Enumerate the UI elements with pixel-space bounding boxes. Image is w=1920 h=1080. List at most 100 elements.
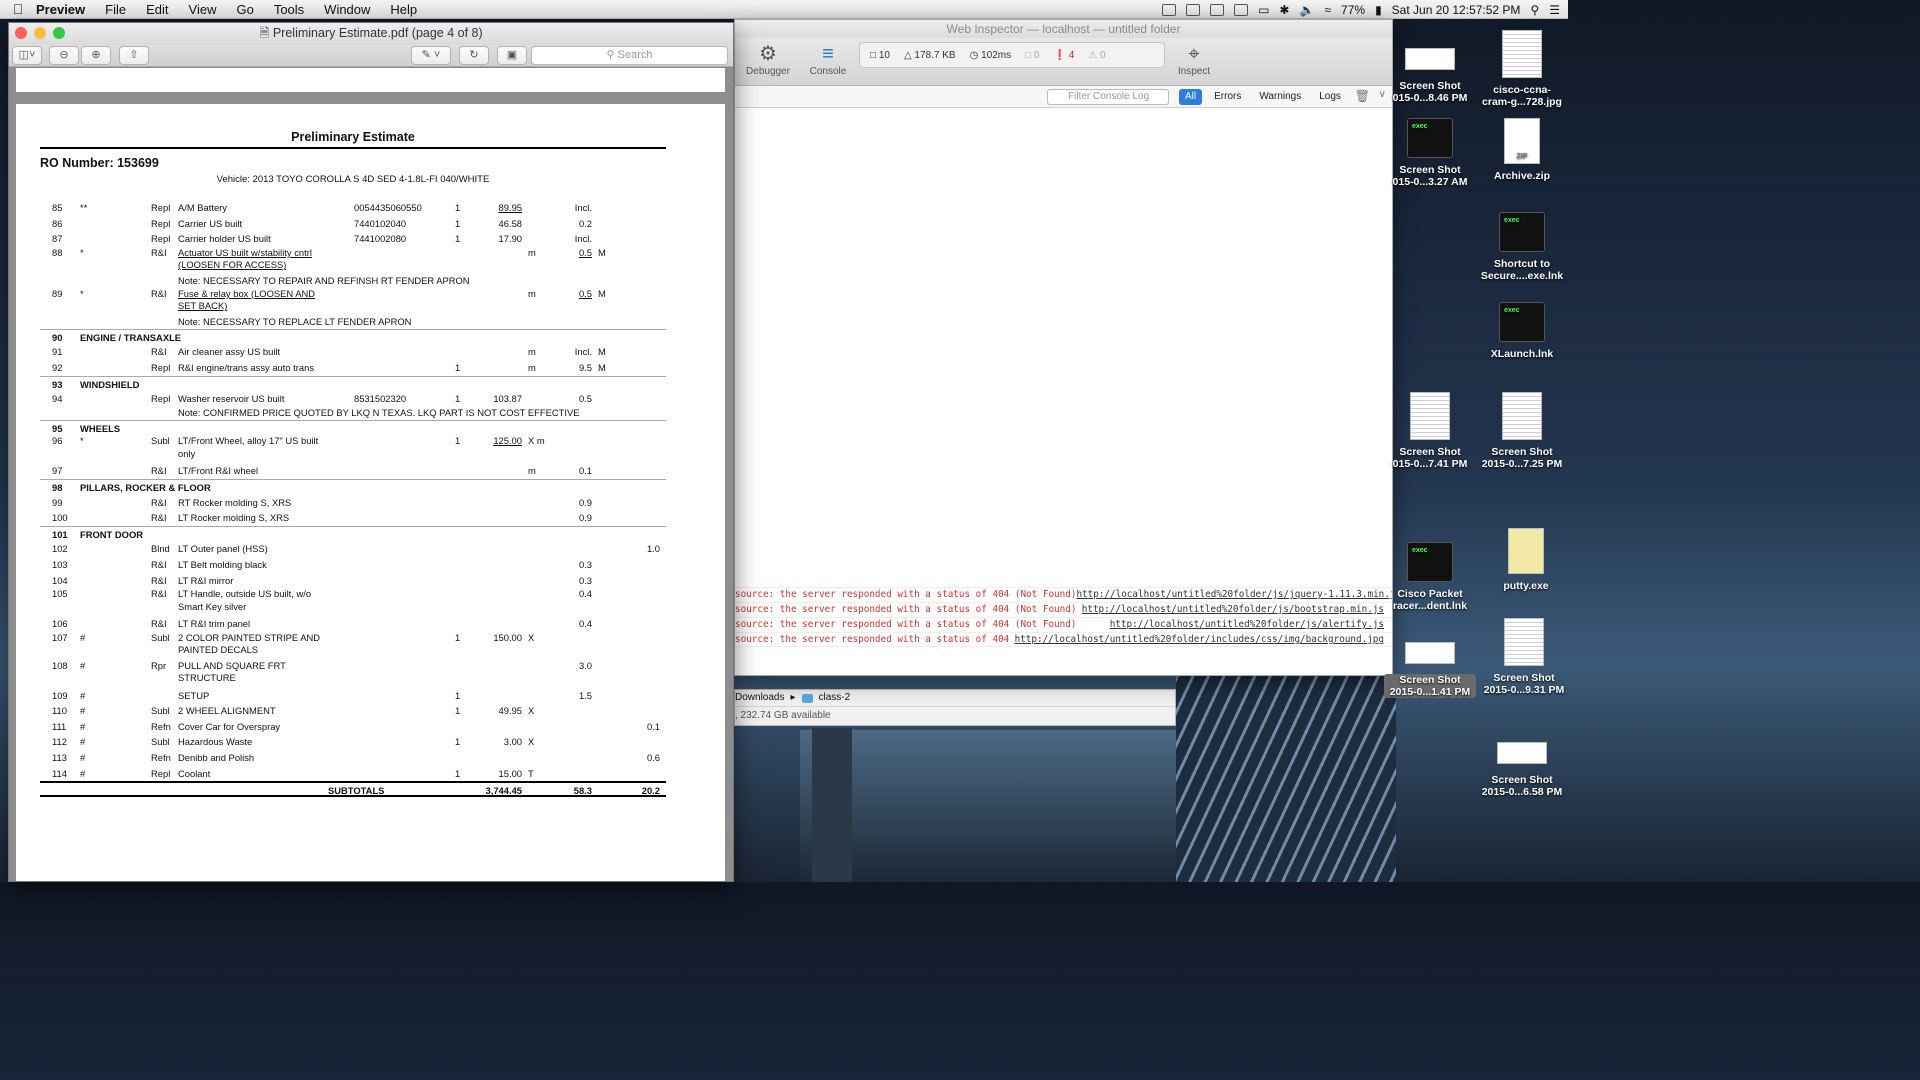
table-row: 106 R&I LT R&I trim panel 0.4 bbox=[40, 616, 666, 632]
cell-op: Repl bbox=[151, 393, 171, 405]
wifi-icon[interactable]: ≈ bbox=[1324, 3, 1331, 17]
desktop-icon[interactable]: cisco-ccna-cram-g...728.jpg bbox=[1476, 30, 1568, 108]
clock[interactable]: Sat Jun 20 12:57:52 PM bbox=[1392, 3, 1521, 17]
path-downloads[interactable]: Downloads bbox=[735, 690, 784, 706]
desktop-icon[interactable]: Screen Shot 2015-0...6.58 PM bbox=[1476, 732, 1568, 798]
preview-toolbar: ◫˅ ⊖ ⊕ ⇧ ✎ ˅ ↻ ▣ ⚲ Search bbox=[9, 45, 733, 67]
cell-pt: 0.1 bbox=[646, 720, 660, 732]
debugger-tab[interactable]: ⚙ Debugger bbox=[743, 42, 793, 77]
console-icon: ≡ bbox=[822, 43, 834, 65]
window-controls bbox=[15, 27, 65, 39]
cell-ln: 103 bbox=[52, 558, 68, 570]
status-area: ▭ ✱ 🔈 ≈ 77% ▮ Sat Jun 20 12:57:52 PM ⚲ ☰ bbox=[1162, 0, 1560, 19]
cell-lb: 0.4 bbox=[578, 588, 592, 600]
battery-percent[interactable]: 77% bbox=[1341, 3, 1365, 17]
desktop-wallpaper-road bbox=[800, 730, 1176, 882]
filter-errors[interactable]: Errors bbox=[1208, 89, 1247, 105]
desktop-icon[interactable]: exec Screen Shot 015-0...3.27 AM bbox=[1384, 118, 1476, 188]
cell-d1: LT R&I trim panel bbox=[178, 618, 251, 630]
desktop-icon[interactable]: exec Shortcut to Secure....exe.lnk bbox=[1476, 212, 1568, 282]
cell-ln: 110 bbox=[52, 705, 67, 717]
cell-x: X bbox=[528, 736, 535, 748]
minimize-button[interactable] bbox=[34, 27, 46, 39]
bluetooth-icon[interactable]: ✱ bbox=[1279, 3, 1289, 17]
console-error-line: source: the server responded with a stat… bbox=[735, 587, 1392, 602]
filter-all[interactable]: All bbox=[1179, 89, 1203, 105]
filter-console-input[interactable]: Filter Console Log bbox=[1047, 89, 1169, 105]
console-url-link[interactable]: http://localhost/untitled%20folder/js/bo… bbox=[1082, 603, 1384, 617]
apple-menu-icon[interactable]:  bbox=[0, 1, 36, 17]
load-time[interactable]: ◷ 102ms bbox=[970, 50, 1012, 61]
subtotal-subtotal_price: 3,744.45 bbox=[485, 785, 523, 797]
filter-warnings[interactable]: Warnings bbox=[1253, 89, 1307, 105]
cell-ln: 104 bbox=[52, 574, 68, 586]
zoom-in-button[interactable]: ⊕ bbox=[81, 46, 111, 65]
menu-edit[interactable]: Edit bbox=[146, 2, 168, 17]
rotate-button[interactable]: ↻ bbox=[459, 46, 489, 65]
warning-count[interactable]: ⚠ 0 bbox=[1088, 50, 1105, 61]
menu-window[interactable]: Window bbox=[324, 2, 370, 17]
notification-center-icon[interactable]: ☰ bbox=[1549, 3, 1560, 17]
status-app-icon-1[interactable] bbox=[1162, 3, 1177, 16]
subtotal-subtotal_labor: 58.3 bbox=[573, 785, 592, 797]
log-count[interactable]: □ 0 bbox=[1025, 50, 1039, 61]
sidebar-toggle-button[interactable]: ◫˅ bbox=[12, 46, 42, 65]
zoom-out-button[interactable]: ⊖ bbox=[49, 46, 79, 65]
clear-console-icon[interactable]: 🗑 bbox=[1355, 89, 1370, 103]
cell-d1: LT Handle, outside US built, w/o bbox=[178, 588, 312, 600]
menu-tools[interactable]: Tools bbox=[274, 2, 304, 17]
menu-app-name[interactable]: Preview bbox=[36, 2, 85, 17]
term-icon: exec bbox=[1407, 542, 1453, 582]
cell-ln: 102 bbox=[52, 543, 68, 555]
desktop-icon[interactable]: Screen Shot 015-0...7.41 PM bbox=[1384, 392, 1476, 470]
resource-count[interactable]: □ 10 bbox=[870, 50, 890, 61]
desktop-icon[interactable]: Screen Shot 2015-0...7.25 PM bbox=[1476, 392, 1568, 470]
volume-icon[interactable]: 🔈 bbox=[1299, 3, 1314, 17]
desktop-icon[interactable]: putty.exe bbox=[1480, 528, 1572, 592]
toolbox-button[interactable]: ▣ bbox=[497, 46, 527, 65]
close-button[interactable] bbox=[15, 27, 27, 39]
cell-op: Subl bbox=[151, 435, 170, 447]
spotlight-icon[interactable]: ⚲ bbox=[1530, 3, 1539, 17]
zoom-button[interactable] bbox=[53, 27, 65, 39]
markup-button[interactable]: ✎ ˅ bbox=[411, 46, 451, 65]
cell-ty: M bbox=[598, 346, 606, 358]
bug-icon: ⚙ bbox=[759, 43, 777, 65]
document-view[interactable]: Preliminary Estimate RO Number: 153699 V… bbox=[9, 68, 733, 881]
cell-d1: Coolant bbox=[178, 767, 211, 779]
console-url-link[interactable]: http://localhost/untitled%20folder/js/al… bbox=[1110, 618, 1384, 632]
desktop-icon[interactable]: Screen Shot 2015-0...9.31 PM bbox=[1478, 618, 1570, 696]
desktop-icon[interactable]: Screen Shot 2015-0...1.41 PM bbox=[1384, 632, 1476, 698]
resource-size[interactable]: △ 178.7 KB bbox=[904, 50, 956, 61]
menu-go[interactable]: Go bbox=[236, 2, 253, 17]
share-button[interactable]: ⇧ bbox=[119, 46, 149, 65]
path-class-2[interactable]: class-2 bbox=[819, 690, 851, 706]
airplay-icon[interactable]: ▭ bbox=[1258, 3, 1269, 17]
label-line-1: Shortcut to bbox=[1494, 258, 1550, 270]
cell-lb: Incl. bbox=[574, 346, 592, 358]
battery-icon[interactable]: ▮ bbox=[1375, 3, 1382, 17]
cell-note: Note: CONFIRMED PRICE QUOTED BY LKQ N TE… bbox=[178, 406, 580, 418]
desktop-icon[interactable]: exec XLaunch.lnk bbox=[1476, 302, 1568, 360]
finder-path-bar: Downloads ▸ class-2 bbox=[735, 690, 1175, 706]
cell-d1: LT Rocker molding S, XRS bbox=[178, 512, 290, 524]
status-app-icon-4[interactable] bbox=[1234, 3, 1249, 16]
menu-view[interactable]: View bbox=[189, 2, 217, 17]
inspect-button[interactable]: ⌖ Inspect bbox=[1169, 42, 1219, 77]
error-count[interactable]: ❗ 4 bbox=[1054, 50, 1075, 61]
desktop-icon[interactable]: exec Cisco Packet racer...dent.lnk bbox=[1384, 542, 1476, 612]
cell-op: Subl bbox=[151, 631, 170, 643]
desktop-icon[interactable]: Screen Shot 015-0...8.46 PM bbox=[1384, 38, 1476, 104]
cell-ty: M bbox=[598, 287, 606, 299]
search-field[interactable]: ⚲ Search bbox=[531, 46, 728, 65]
console-tab[interactable]: ≡ Console bbox=[803, 42, 853, 77]
menu-file[interactable]: File bbox=[105, 2, 126, 17]
cell-d1: Air cleaner assy US built bbox=[178, 346, 281, 358]
console-url-link[interactable]: http://localhost/untitled%20folder/inclu… bbox=[1015, 633, 1384, 646]
status-app-icon-3[interactable] bbox=[1210, 3, 1225, 16]
console-url-link[interactable]: http://localhost/untitled%20folder/js/jq… bbox=[1076, 588, 1392, 602]
menu-help[interactable]: Help bbox=[390, 2, 417, 17]
status-app-icon-2[interactable] bbox=[1186, 3, 1201, 16]
filter-logs[interactable]: Logs bbox=[1313, 89, 1347, 105]
desktop-icon[interactable]: ZIP Archive.zip bbox=[1476, 118, 1568, 182]
